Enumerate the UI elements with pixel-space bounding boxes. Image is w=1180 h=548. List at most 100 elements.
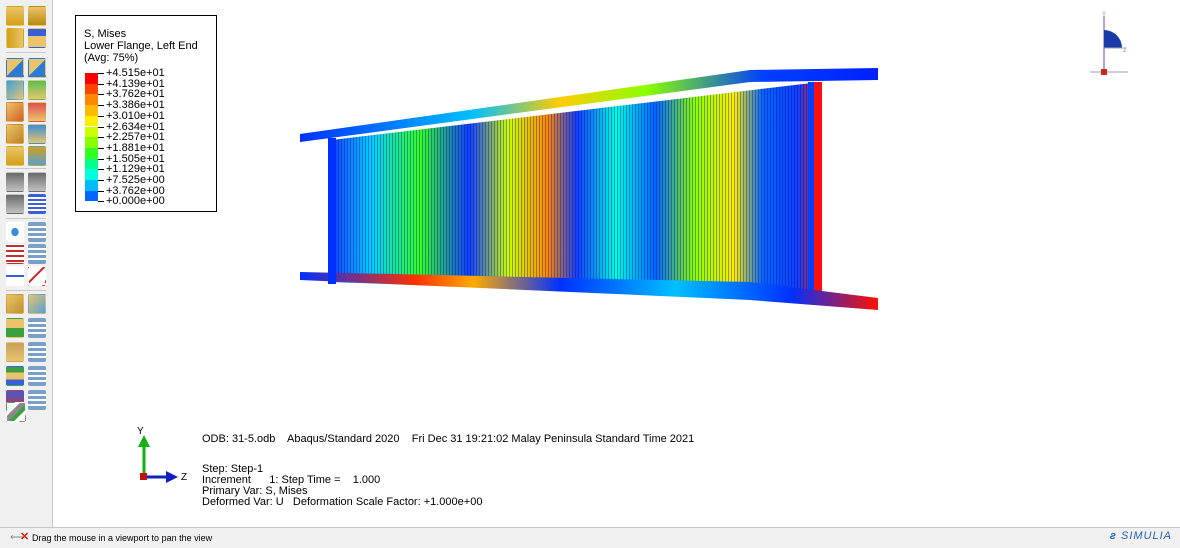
brand-text: SIMULIA	[1120, 530, 1172, 542]
plot-contours-icon[interactable]	[6, 28, 24, 48]
superimpose-options-icon[interactable]	[28, 124, 46, 144]
frame-selector-icon[interactable]	[28, 194, 46, 214]
triad-z-label: Z	[181, 472, 187, 483]
legend-averaging: (Avg: 75%)	[84, 52, 139, 64]
triad-origin	[140, 473, 147, 480]
view-cube[interactable]: Y Z X	[1090, 10, 1130, 80]
free-body-cut-icon[interactable]	[6, 366, 24, 386]
plot-deformed-icon[interactable]	[28, 6, 46, 26]
legend-tick	[98, 73, 104, 74]
toolbox-row	[6, 318, 46, 340]
legend-swatch	[85, 83, 98, 95]
legend-swatch	[85, 147, 98, 159]
legend-tick	[98, 126, 104, 128]
contour-legend: S, Mises Lower Flange, Left End (Avg: 75…	[75, 15, 217, 212]
legend-tick	[98, 180, 104, 181]
toolbox-row	[6, 146, 46, 168]
animate-icon[interactable]	[6, 172, 24, 192]
toolbox-row	[6, 6, 46, 28]
time-history-icon[interactable]	[6, 194, 24, 214]
legend-swatch	[85, 105, 98, 116]
view-origin-marker	[1101, 69, 1107, 75]
contour-options-icon[interactable]	[28, 28, 46, 48]
toolbox-row	[6, 80, 46, 102]
plot-allowed-icon[interactable]	[6, 124, 24, 144]
legend-swatch	[85, 190, 98, 202]
plot-undeformed-icon[interactable]	[6, 6, 24, 26]
plot-contours-deformed-icon[interactable]	[6, 102, 24, 122]
status-bar: ⟵ ✕ Drag the mouse in a viewport to pan …	[0, 527, 1180, 548]
toolbox-row	[6, 294, 46, 316]
legend-tick	[98, 137, 104, 139]
cancel-icon[interactable]: ✕	[20, 530, 29, 543]
symbol-options-icon[interactable]	[28, 58, 46, 78]
view-y-label: Y	[1102, 12, 1106, 18]
odb-info: ODB: 31-5.odb Abaqus/Standard 2020 Fri D…	[202, 433, 695, 445]
free-body-manager-icon[interactable]	[28, 366, 46, 386]
legend-swatch	[85, 158, 98, 170]
legend-tick	[98, 158, 104, 160]
view-cut-manager-icon[interactable]	[28, 342, 46, 362]
overlay-plot-icon[interactable]	[6, 146, 24, 166]
toolbox-row	[6, 366, 46, 388]
display-group-manager-icon[interactable]	[28, 294, 46, 314]
beam-model	[300, 68, 878, 310]
tools-wrench-icon[interactable]	[6, 402, 26, 422]
xy-plot-icon[interactable]	[28, 266, 46, 286]
legend-swatch	[85, 180, 98, 191]
legend-swatch	[85, 115, 98, 127]
common-options-icon[interactable]	[28, 102, 46, 122]
toolbox-row	[6, 172, 46, 194]
plot-symbols-icon[interactable]	[6, 58, 24, 78]
legend-tick	[98, 105, 104, 107]
toolbox-row	[6, 244, 46, 266]
ds-logo-icon: ƨ	[1109, 530, 1121, 542]
view-quadrant-icon	[1104, 30, 1122, 48]
view-z-label: Z	[1123, 48, 1127, 54]
simulia-logo: ƨ SIMULIA	[1110, 530, 1172, 542]
toolbox-row	[6, 58, 46, 80]
legend-swatch	[85, 137, 98, 148]
query-icon[interactable]	[6, 222, 24, 242]
legend-tick	[98, 115, 104, 117]
triad: Y Z	[137, 426, 187, 483]
legend-tick	[98, 147, 104, 149]
view-cut-icon[interactable]	[6, 342, 24, 362]
legend-tick	[98, 94, 104, 96]
xy-data-icon[interactable]	[6, 244, 24, 264]
orientation-options-icon[interactable]	[28, 80, 46, 100]
toolbox-row	[6, 266, 46, 288]
legend-tick	[98, 169, 104, 171]
toolbox-row	[6, 102, 46, 124]
legend-swatch	[85, 126, 98, 138]
legend-swatch	[85, 73, 98, 84]
right-end-blue	[808, 82, 814, 300]
web-mesh	[332, 82, 822, 300]
create-display-group-icon[interactable]	[6, 294, 24, 314]
legend-tick	[98, 190, 104, 192]
toolbox-row	[6, 194, 46, 216]
overlay-options-icon[interactable]	[28, 146, 46, 166]
triad-z-arrow-icon	[166, 471, 178, 483]
legend-swatch	[85, 169, 98, 180]
deformed-var-info: Deformed Var: U Deformation Scale Factor…	[202, 496, 483, 508]
left-end	[328, 138, 336, 284]
field-output-icon[interactable]	[28, 222, 46, 242]
module-toolbox	[0, 0, 53, 527]
toolbox-row	[6, 28, 46, 50]
path-icon[interactable]	[6, 266, 24, 286]
status-message: Drag the mouse in a viewport to pan the …	[32, 533, 213, 543]
group-table-icon[interactable]	[28, 318, 46, 338]
legend-level-value: +0.000e+00	[106, 195, 165, 208]
toolbox-row	[6, 222, 46, 244]
toolbox-row	[6, 402, 46, 424]
xy-manager-icon[interactable]	[28, 244, 46, 264]
triad-y-label: Y	[137, 426, 144, 437]
animate-options-icon[interactable]	[28, 172, 46, 192]
remove-selected-icon[interactable]	[6, 318, 24, 338]
legend-tick	[98, 201, 104, 203]
legend-title: S, Mises	[84, 28, 127, 40]
legend-tick	[98, 83, 104, 85]
plot-material-orientation-icon[interactable]	[6, 80, 24, 100]
toolbox-row	[6, 124, 46, 146]
